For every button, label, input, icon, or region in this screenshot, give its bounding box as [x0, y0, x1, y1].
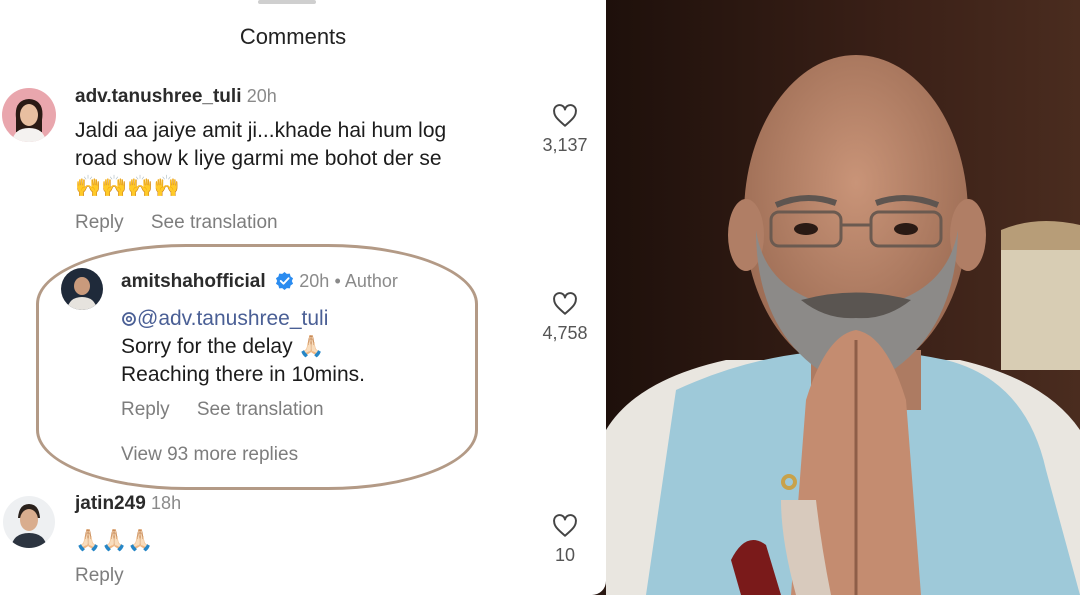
reply-button[interactable]: Reply [121, 399, 170, 420]
drag-handle[interactable] [258, 0, 316, 4]
comment-time: 18h [151, 493, 182, 513]
avatar[interactable] [61, 268, 103, 310]
verified-badge-icon [275, 271, 293, 290]
reply-button[interactable]: Reply [75, 565, 124, 586]
heart-outline-icon[interactable] [552, 514, 578, 538]
comment-line: road show k liye garmi me bohot der se [75, 147, 442, 170]
comment-actions: Reply See translation [75, 212, 278, 234]
like-count: 10 [554, 545, 576, 565]
see-translation-button[interactable]: See translation [151, 212, 278, 233]
comment-line: Sorry for the delay 🙏🏻 [121, 335, 325, 358]
avatar[interactable] [3, 496, 55, 548]
comment-mention[interactable]: @adv.tanushree_tuli [121, 305, 365, 333]
comment-username[interactable]: adv.tanushree_tuli 20h [75, 86, 277, 108]
avatar[interactable] [2, 88, 56, 142]
like-control[interactable]: 3,137 [530, 104, 600, 156]
comment-time: 20h [299, 271, 330, 291]
heart-outline-icon[interactable] [552, 104, 578, 128]
see-translation-button[interactable]: See translation [197, 399, 324, 420]
comment-emoji: 🙌🙌🙌🙌 [75, 175, 180, 198]
comment-text: @adv.tanushree_tuli Sorry for the delay … [121, 305, 365, 389]
reply-button[interactable]: Reply [75, 212, 124, 233]
like-control[interactable]: 4,758 [530, 292, 600, 344]
comment-actions: Reply [75, 565, 124, 587]
comment-time: 20h [246, 86, 277, 106]
like-control[interactable]: 10 [530, 514, 600, 566]
comment-emoji: 🙏🏻🙏🏻🙏🏻 [75, 529, 154, 552]
panel-title: Comments [239, 24, 347, 49]
comment-line: Jaldi aa jaiye amit ji...khade hai hum l… [75, 119, 447, 142]
comment-username[interactable]: jatin249 18h [75, 493, 181, 515]
portrait-photo [606, 0, 1080, 595]
comment-username[interactable]: amitshahofficial 20h • Author [121, 271, 398, 293]
comment-actions: Reply See translation [121, 399, 324, 421]
comments-panel: Comments adv.tanushree_tuli 20h Jaldi aa… [0, 0, 606, 595]
view-more-replies-button[interactable]: View 93 more replies [121, 444, 298, 466]
like-count: 3,137 [542, 135, 588, 155]
comment-line: Reaching there in 10mins. [121, 363, 365, 386]
like-count: 4,758 [542, 323, 588, 343]
heart-outline-icon[interactable] [552, 292, 578, 316]
author-label: • Author [334, 271, 398, 291]
threads-logo-icon [122, 312, 136, 326]
comment-text: Jaldi aa jaiye amit ji...khade hai hum l… [75, 117, 446, 201]
